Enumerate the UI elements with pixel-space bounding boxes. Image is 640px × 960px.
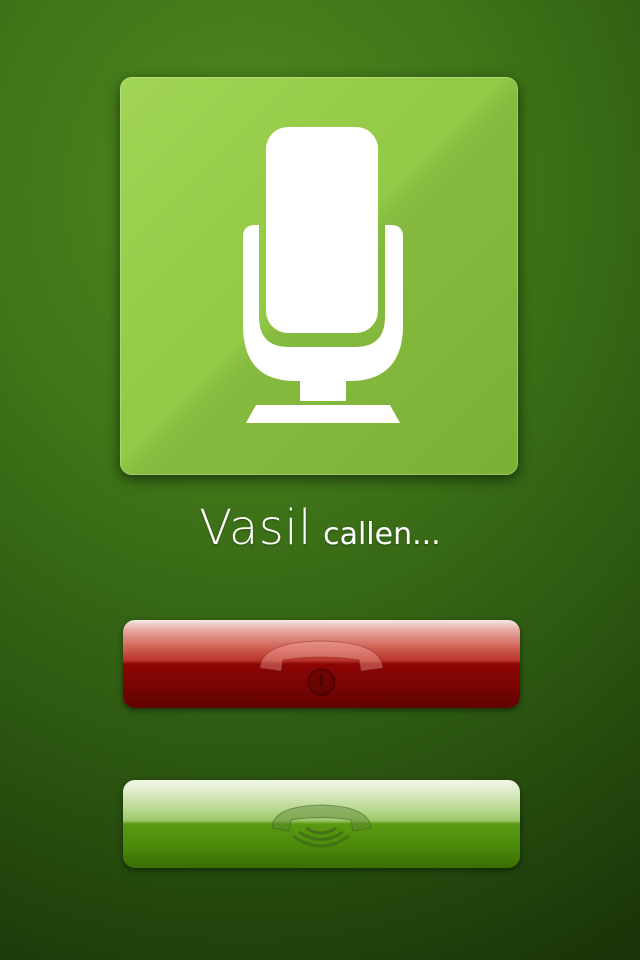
answer-call-button[interactable]	[123, 780, 520, 868]
answer-phone-icon	[271, 804, 372, 848]
microphone-icon	[243, 127, 403, 423]
incoming-call-screen: Vasil callen...	[0, 0, 640, 960]
decline-call-button[interactable]	[123, 620, 520, 708]
caller-info: Vasil callen...	[0, 500, 640, 556]
caller-avatar-tile	[120, 77, 518, 475]
caller-name: Vasil	[199, 500, 312, 556]
hang-up-phone-icon	[259, 640, 384, 696]
call-status: callen...	[323, 517, 441, 552]
